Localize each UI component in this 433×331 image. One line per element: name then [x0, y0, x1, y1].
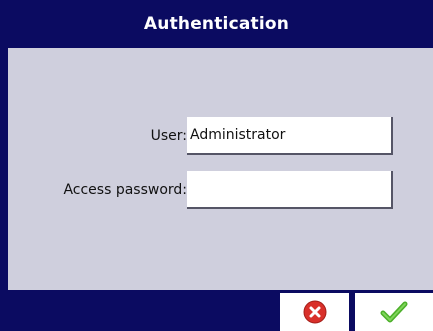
- cancel-icon: [303, 300, 327, 324]
- authentication-dialog: Authentication User: Administrator Acces…: [0, 0, 433, 331]
- user-field[interactable]: Administrator: [187, 117, 393, 155]
- bottom-bar: [0, 290, 433, 331]
- cancel-button[interactable]: [280, 293, 349, 331]
- confirm-button[interactable]: [355, 293, 433, 331]
- dialog-title: Authentication: [143, 14, 290, 34]
- password-row: Access password:: [8, 171, 433, 209]
- form-panel: User: Administrator Access password:: [8, 48, 433, 290]
- password-field[interactable]: [187, 171, 393, 209]
- user-label: User:: [150, 128, 187, 144]
- password-label: Access password:: [63, 182, 187, 198]
- user-row: User: Administrator: [8, 117, 433, 155]
- title-bar: Authentication: [0, 0, 433, 48]
- checkmark-icon: [380, 300, 408, 324]
